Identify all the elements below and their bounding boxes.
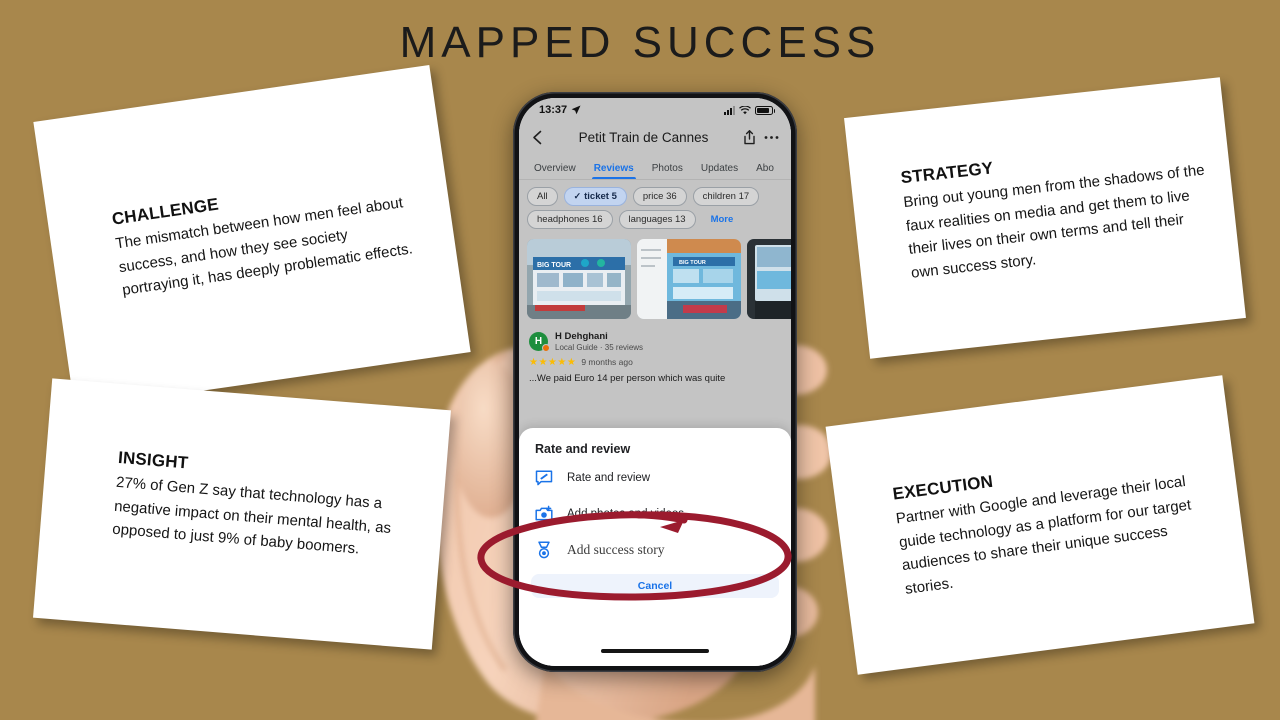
cancel-button[interactable]: Cancel: [531, 574, 779, 598]
card-insight: INSIGHT 27% of Gen Z say that technology…: [33, 378, 451, 650]
review-text: ...We paid Euro 14 per person which was …: [529, 372, 726, 384]
place-title: Petit Train de Cannes: [578, 129, 709, 145]
photo-thumbnail[interactable]: [747, 239, 791, 319]
review-age: 9 months ago: [581, 357, 633, 368]
filter-chip-row-2: headphones 16 languages 13 More: [519, 210, 791, 233]
sheet-row-add-success-story[interactable]: Add success story: [519, 532, 791, 568]
tab-overview[interactable]: Overview: [525, 163, 585, 179]
sheet-row-rate-and-review[interactable]: Rate and review: [519, 460, 791, 496]
sheet-title: Rate and review: [535, 442, 631, 456]
back-icon[interactable]: [531, 130, 544, 145]
slide-canvas: MAPPED SUCCESS CHALLENGE The mismatch be…: [0, 0, 1280, 720]
chip-headphones[interactable]: headphones 16: [527, 210, 613, 229]
review-item: H H Dehghani Local Guide · 35 reviews ★★…: [519, 327, 791, 390]
photo-thumbnail[interactable]: BIG TOUR: [637, 239, 741, 319]
share-icon[interactable]: [743, 129, 756, 145]
avatar: H: [529, 332, 550, 353]
tab-about[interactable]: Abo: [747, 163, 783, 179]
card-challenge: CHALLENGE The mismatch between how men f…: [33, 64, 471, 410]
tab-bar: Overview Reviews Photos Updates Abo: [519, 154, 791, 180]
cancel-label: Cancel: [637, 580, 673, 592]
tab-reviews[interactable]: Reviews: [585, 163, 643, 179]
avatar-initial: H: [534, 336, 543, 348]
photo-thumbnail[interactable]: BIG TOUR: [527, 239, 631, 319]
more-horizontal-icon[interactable]: [764, 135, 779, 140]
sheet-row-label: Add success story: [567, 542, 665, 557]
status-bar: 13:37: [519, 98, 791, 120]
reviewer-name: H Dehghani: [555, 331, 608, 342]
local-guide-badge-icon: [542, 344, 550, 353]
page-title: MAPPED SUCCESS: [399, 18, 881, 67]
card-execution: EXECUTION Partner with Google and levera…: [825, 375, 1255, 675]
chip-all[interactable]: All: [527, 187, 558, 206]
svg-text:BIG TOUR: BIG TOUR: [537, 262, 571, 269]
tab-photos[interactable]: Photos: [643, 163, 692, 179]
phone-device: 13:37 Petit Train de Cannes Overview Rev…: [513, 92, 797, 672]
rate-review-icon: [535, 469, 553, 487]
sheet-row-label: Rate and review: [567, 472, 651, 484]
photo-strip: BIG TOUR BIG TOUR: [519, 233, 791, 327]
app-header: Petit Train de Cannes: [519, 120, 791, 154]
status-time: 13:37: [539, 104, 568, 116]
chip-languages[interactable]: languages 13: [618, 210, 696, 229]
sheet-row-add-photos-and-videos[interactable]: Add photos and videos: [519, 496, 791, 532]
chip-more[interactable]: More: [702, 210, 743, 229]
chip-price[interactable]: price 36: [632, 187, 687, 206]
check-icon: ✓: [573, 191, 582, 201]
home-indicator: [601, 649, 709, 653]
wifi-icon: [739, 105, 751, 114]
filter-chip-row-1: All ✓ ticket 5 price 36 children 17: [519, 180, 791, 210]
reviewer-subtitle: Local Guide · 35 reviews: [555, 342, 644, 352]
battery-icon: [755, 105, 775, 115]
cellular-bars-icon: [724, 105, 735, 115]
card-strategy: STRATEGY Bring out young men from the sh…: [844, 77, 1246, 359]
rate-and-review-sheet: Rate and review Rate and review Add phot…: [519, 428, 791, 666]
phone-screen: 13:37 Petit Train de Cannes Overview Rev…: [519, 98, 791, 666]
tab-updates[interactable]: Updates: [692, 163, 747, 179]
chip-ticket-label: ticket 5: [584, 191, 617, 202]
add-photo-icon: [535, 505, 553, 523]
chip-ticket[interactable]: ✓ ticket 5: [563, 187, 627, 206]
chip-children[interactable]: children 17: [692, 187, 760, 206]
sheet-row-label: Add photos and videos: [567, 508, 685, 520]
location-arrow-icon: [571, 105, 581, 115]
svg-text:BIG TOUR: BIG TOUR: [679, 260, 706, 266]
medal-icon: [535, 541, 553, 559]
star-rating: ★★★★★: [529, 356, 577, 368]
